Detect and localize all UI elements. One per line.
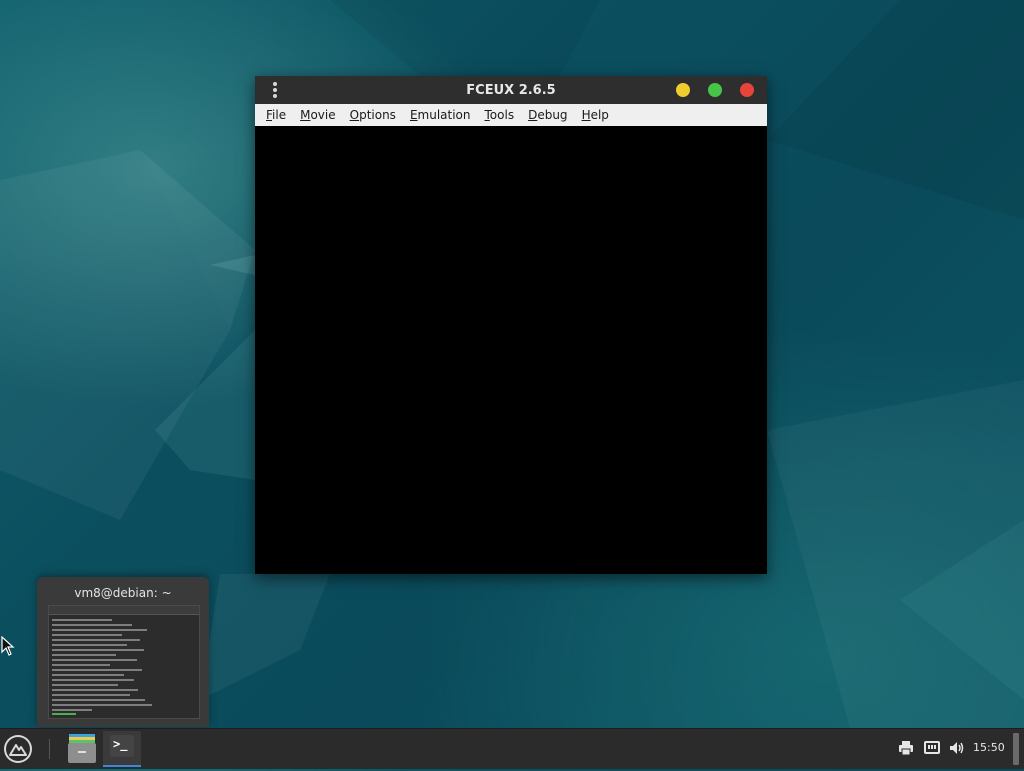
thumbnail-titlebar xyxy=(49,606,199,615)
window-menu-icon[interactable] xyxy=(268,82,282,98)
window-titlebar[interactable]: FCEUX 2.6.5 xyxy=(255,76,767,104)
minimize-button[interactable] xyxy=(676,83,690,97)
file-manager-icon xyxy=(68,734,96,763)
emulator-viewport[interactable] xyxy=(255,126,767,574)
menu-tools[interactable]: Tools xyxy=(478,104,522,126)
network-icon[interactable] xyxy=(923,739,941,761)
menu-options[interactable]: Options xyxy=(343,104,403,126)
menu-debug[interactable]: Debug xyxy=(521,104,574,126)
window-preview-popup[interactable]: vm8@debian: ~ xyxy=(37,577,209,727)
show-desktop-button[interactable] xyxy=(1013,733,1019,765)
file-manager-button[interactable] xyxy=(62,731,100,767)
volume-icon[interactable] xyxy=(948,739,966,761)
menu-file[interactable]: File xyxy=(259,104,293,126)
distro-logo-icon xyxy=(6,737,30,761)
clock[interactable]: 15:50 xyxy=(973,741,1005,754)
taskbar: >_ 15:50 xyxy=(0,728,1024,769)
mouse-cursor-icon xyxy=(1,635,15,660)
menu-emulation[interactable]: Emulation xyxy=(403,104,478,126)
terminal-icon: >_ xyxy=(110,735,134,757)
terminal-output-lines xyxy=(52,619,152,715)
terminal-taskbar-button[interactable]: >_ xyxy=(103,731,141,767)
window-title: FCEUX 2.6.5 xyxy=(466,82,556,98)
taskbar-separator xyxy=(49,739,50,759)
printer-icon[interactable] xyxy=(897,739,915,761)
fceux-window[interactable]: FCEUX 2.6.5 File Movie Options Emulation… xyxy=(255,76,767,574)
menu-bar: File Movie Options Emulation Tools Debug… xyxy=(255,104,767,127)
preview-title: vm8@debian: ~ xyxy=(74,586,172,600)
menu-help[interactable]: Help xyxy=(575,104,616,126)
menu-movie[interactable]: Movie xyxy=(293,104,343,126)
start-menu-button[interactable] xyxy=(4,735,32,763)
maximize-button[interactable] xyxy=(708,83,722,97)
close-button[interactable] xyxy=(740,83,754,97)
terminal-thumbnail[interactable] xyxy=(48,605,200,719)
